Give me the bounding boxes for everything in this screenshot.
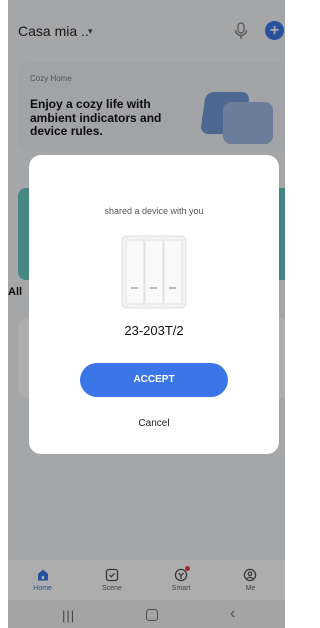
- accept-button[interactable]: ACCEPT: [80, 363, 228, 397]
- shared-message: shared a device with you: [104, 206, 204, 216]
- cancel-button[interactable]: Cancel: [29, 418, 279, 429]
- app-screen: Casa mia .. ▾ + Cozy Home Enjoy a cozy l…: [8, 0, 285, 628]
- light-switch-icon: [121, 235, 187, 309]
- share-device-dialog: shared a device with you 23-203T/2 ACCEP…: [29, 155, 279, 454]
- device-name: 23-203T/2: [124, 323, 184, 338]
